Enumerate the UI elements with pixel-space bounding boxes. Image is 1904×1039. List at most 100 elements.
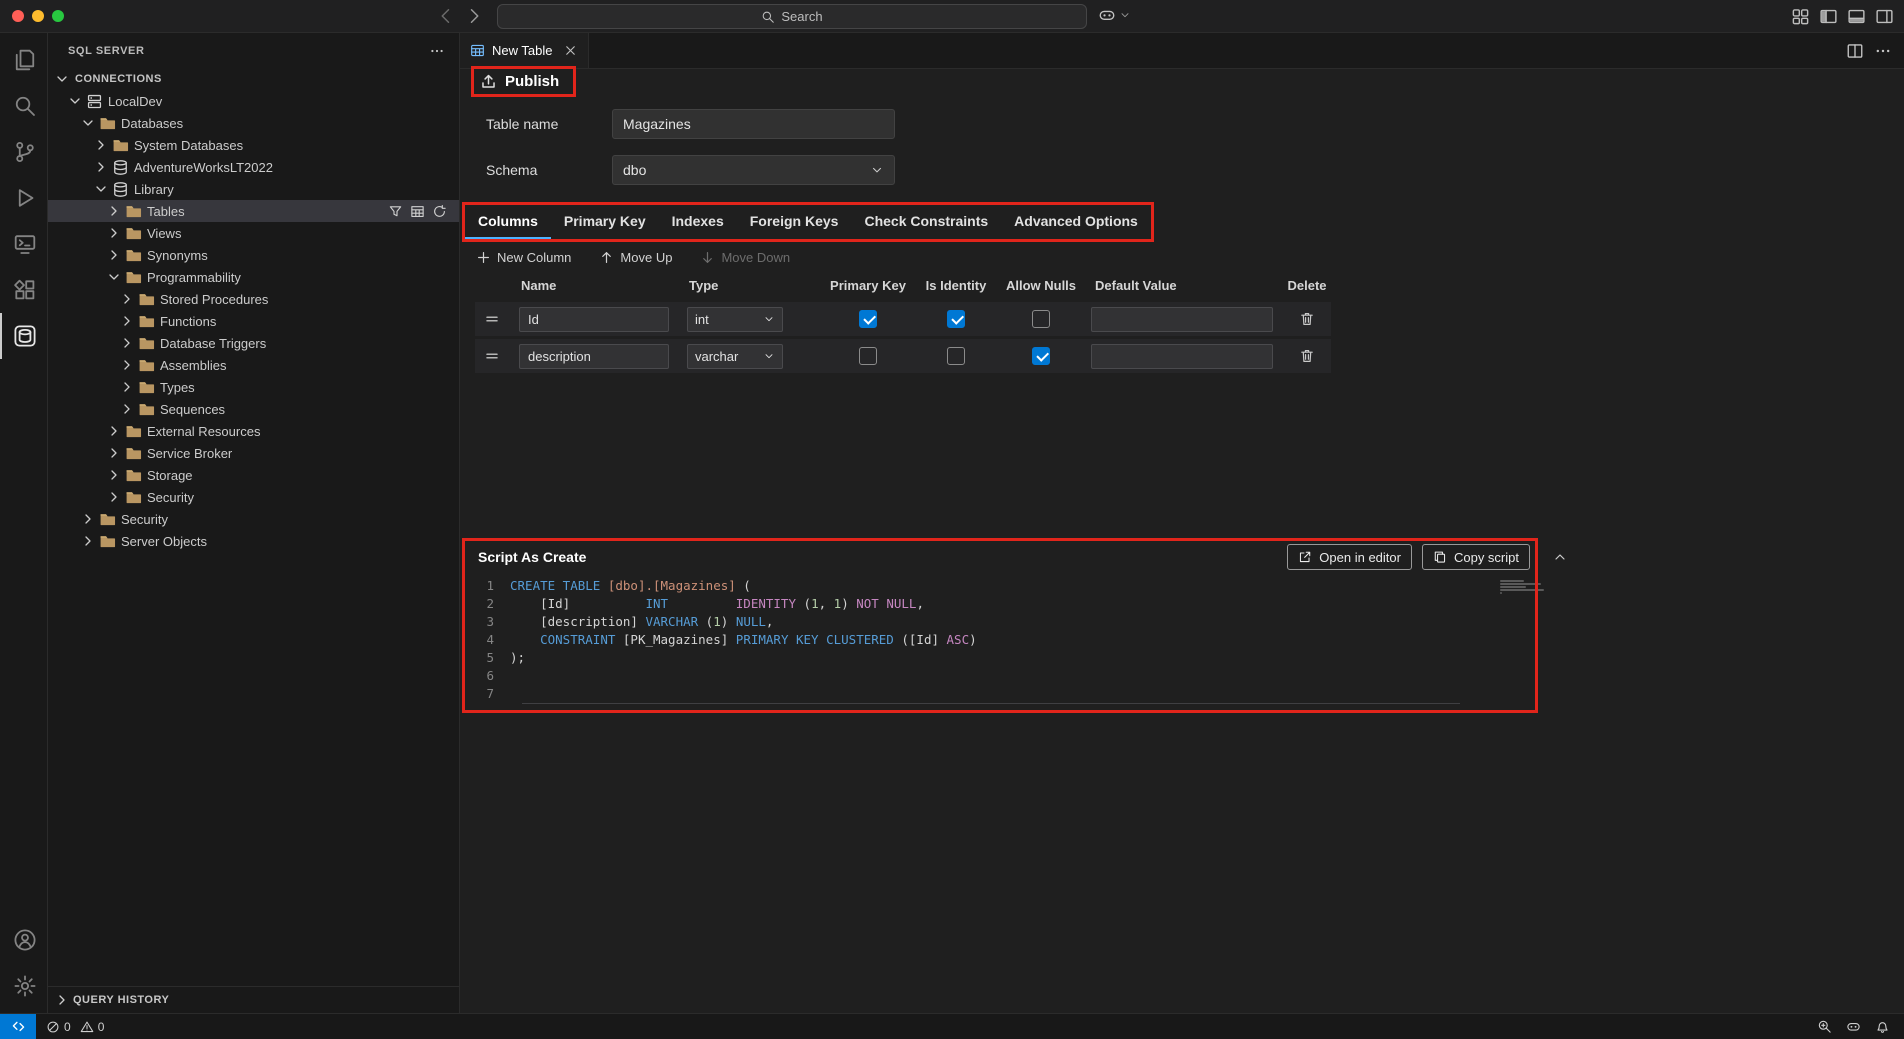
remote-indicator[interactable] [0,1014,36,1039]
warning-icon [80,1020,94,1034]
tree-item-service-broker[interactable]: Service Broker [48,442,459,464]
table-name-input[interactable] [612,109,895,139]
tree-item-assemblies[interactable]: Assemblies [48,354,459,376]
designer-tab-foreign-keys[interactable]: Foreign Keys [737,205,852,239]
primary-key-checkbox[interactable] [859,347,877,365]
tree-item-types[interactable]: Types [48,376,459,398]
tree-item-databases[interactable]: Databases [48,112,459,134]
status-bar-right [1817,1019,1904,1034]
column-type-select[interactable]: int [687,307,783,332]
move-up-button[interactable]: Move Up [599,250,672,265]
maximize-window-button[interactable] [52,10,64,22]
chevron-down-icon [67,93,83,109]
tree-item-functions[interactable]: Functions [48,310,459,332]
column-type-select[interactable]: varchar [687,344,783,369]
extensions-icon [13,278,37,302]
publish-button[interactable]: Publish [480,73,559,90]
close-tab-icon[interactable] [563,43,578,58]
minimap[interactable] [1500,580,1546,601]
more-actions-icon[interactable] [429,43,445,59]
activity-remote[interactable] [0,221,47,267]
tree-item-database-triggers[interactable]: Database Triggers [48,332,459,354]
database-icon [112,181,129,198]
activity-settings[interactable] [0,963,47,1009]
script-editor[interactable]: 1CREATE TABLE [dbo].[Magazines] (2 [Id] … [460,574,1904,704]
tree-item-security[interactable]: Security [48,508,459,530]
tree-item-views[interactable]: Views [48,222,459,244]
tree-item-adventureworkslt2022[interactable]: AdventureWorksLT2022 [48,156,459,178]
drag-handle[interactable] [475,348,509,364]
column-name-input[interactable] [519,344,669,369]
tree-item-library[interactable]: Library [48,178,459,200]
activity-search[interactable] [0,83,47,129]
activity-debug[interactable] [0,175,47,221]
copilot-status-icon[interactable] [1846,1019,1861,1034]
problems-indicator[interactable]: 0 0 [36,1020,119,1034]
toggle-secondary-sidebar-icon[interactable] [1875,7,1894,26]
zoom-icon[interactable] [1817,1019,1832,1034]
copilot-menu[interactable] [1098,6,1131,24]
copy-script-button[interactable]: Copy script [1422,544,1530,570]
allow-nulls-checkbox[interactable] [1032,310,1050,328]
schema-select[interactable]: dbo [612,155,895,185]
is-identity-checkbox[interactable] [947,310,965,328]
chevron-down-icon [106,269,122,285]
customize-layout-icon[interactable] [1791,7,1810,26]
designer-tab-indexes[interactable]: Indexes [659,205,737,239]
tree-item-label: AdventureWorksLT2022 [132,160,273,175]
delete-column-button[interactable] [1283,311,1331,327]
tree-item-security[interactable]: Security [48,486,459,508]
tab-new-table[interactable]: New Table [460,33,589,68]
column-header-is-identity: Is Identity [913,278,999,293]
script-as-create-tab[interactable]: Script As Create [478,549,586,565]
designer-tab-primary-key[interactable]: Primary Key [551,205,659,239]
tree-item-connections[interactable]: CONNECTIONS [48,68,459,90]
default-value-input[interactable] [1091,344,1273,369]
allow-nulls-checkbox[interactable] [1032,347,1050,365]
drag-handle[interactable] [475,311,509,327]
navigate-forward-icon[interactable] [464,6,484,26]
query-history-section[interactable]: QUERY HISTORY [48,986,459,1013]
more-actions-icon[interactable] [1874,42,1892,60]
grid-small-icon[interactable] [410,204,425,219]
default-value-input[interactable] [1091,307,1273,332]
is-identity-checkbox[interactable] [947,347,965,365]
tree-item-localdev[interactable]: LocalDev [48,90,459,112]
navigate-back-icon[interactable] [436,6,456,26]
filter-icon[interactable] [388,204,403,219]
split-editor-icon[interactable] [1846,42,1864,60]
activity-source-control[interactable] [0,129,47,175]
tree-item-synonyms[interactable]: Synonyms [48,244,459,266]
toggle-panel-icon[interactable] [1847,7,1866,26]
command-center-search[interactable]: Search [497,4,1087,29]
tree-item-stored-procedures[interactable]: Stored Procedures [48,288,459,310]
maximize-panel-icon[interactable] [1552,549,1568,565]
close-window-button[interactable] [12,10,24,22]
tree-item-sequences[interactable]: Sequences [48,398,459,420]
new-column-button[interactable]: New Column [476,250,571,265]
tree-item-programmability[interactable]: Programmability [48,266,459,288]
refresh-icon[interactable] [432,204,447,219]
tree-item-server-objects[interactable]: Server Objects [48,530,459,552]
activity-explorer[interactable] [0,37,47,83]
tree-item-tables[interactable]: Tables [48,200,459,222]
tree-item-external-resources[interactable]: External Resources [48,420,459,442]
designer-tab-columns[interactable]: Columns [465,205,551,239]
activity-account[interactable] [0,917,47,963]
tree-item-storage[interactable]: Storage [48,464,459,486]
activity-extensions[interactable] [0,267,47,313]
tree-item-system-databases[interactable]: System Databases [48,134,459,156]
column-name-input[interactable] [519,307,669,332]
folder-icon [138,379,155,396]
editor-actions [1846,33,1904,68]
notifications-bell-icon[interactable] [1875,1019,1890,1034]
delete-column-button[interactable] [1283,348,1331,364]
open-in-editor-button[interactable]: Open in editor [1287,544,1412,570]
designer-tab-advanced-options[interactable]: Advanced Options [1001,205,1151,239]
primary-key-checkbox[interactable] [859,310,877,328]
toggle-sidebar-icon[interactable] [1819,7,1838,26]
columns-toolbar: New Column Move Up Move Down [476,250,1904,265]
designer-tab-check-constraints[interactable]: Check Constraints [851,205,1001,239]
minimize-window-button[interactable] [32,10,44,22]
activity-mssql[interactable] [0,313,47,359]
